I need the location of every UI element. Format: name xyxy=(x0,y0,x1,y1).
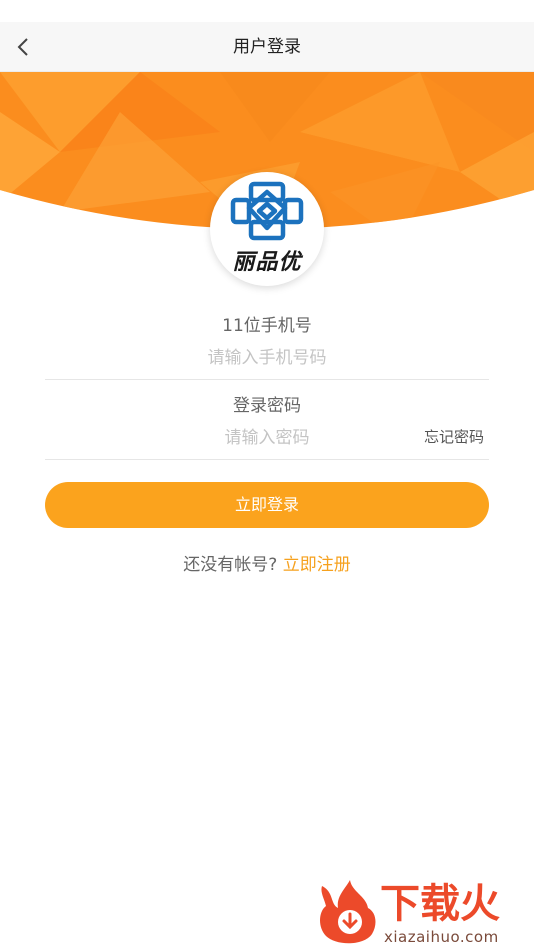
phone-input[interactable] xyxy=(45,345,489,371)
watermark-url: xiazaihuo.com xyxy=(384,928,499,946)
forgot-password-link[interactable]: 忘记密码 xyxy=(424,426,484,447)
brand-logo: 丽品优 xyxy=(210,172,324,286)
register-prompt: 还没有帐号? xyxy=(183,555,278,575)
watermark: 下载火 xiazaihuo.com xyxy=(316,878,532,948)
register-row: 还没有帐号? 立即注册 xyxy=(0,550,534,575)
register-link[interactable]: 立即注册 xyxy=(283,555,351,575)
logo-knot-icon xyxy=(230,181,304,241)
phone-label: 11位手机号 xyxy=(222,316,312,336)
password-label: 登录密码 xyxy=(233,396,301,416)
page-title: 用户登录 xyxy=(233,37,301,57)
password-divider xyxy=(45,459,489,460)
phone-divider xyxy=(45,379,489,380)
status-bar xyxy=(0,0,534,22)
watermark-name: 下载火 xyxy=(380,881,500,927)
brand-logo-text: 丽品优 xyxy=(232,250,302,275)
nav-bar: 用户登录 xyxy=(0,22,534,72)
login-button[interactable]: 立即登录 xyxy=(45,482,489,528)
flame-download-icon xyxy=(320,880,376,944)
password-input[interactable] xyxy=(120,425,414,451)
back-icon xyxy=(17,38,28,56)
back-button[interactable] xyxy=(6,30,40,64)
